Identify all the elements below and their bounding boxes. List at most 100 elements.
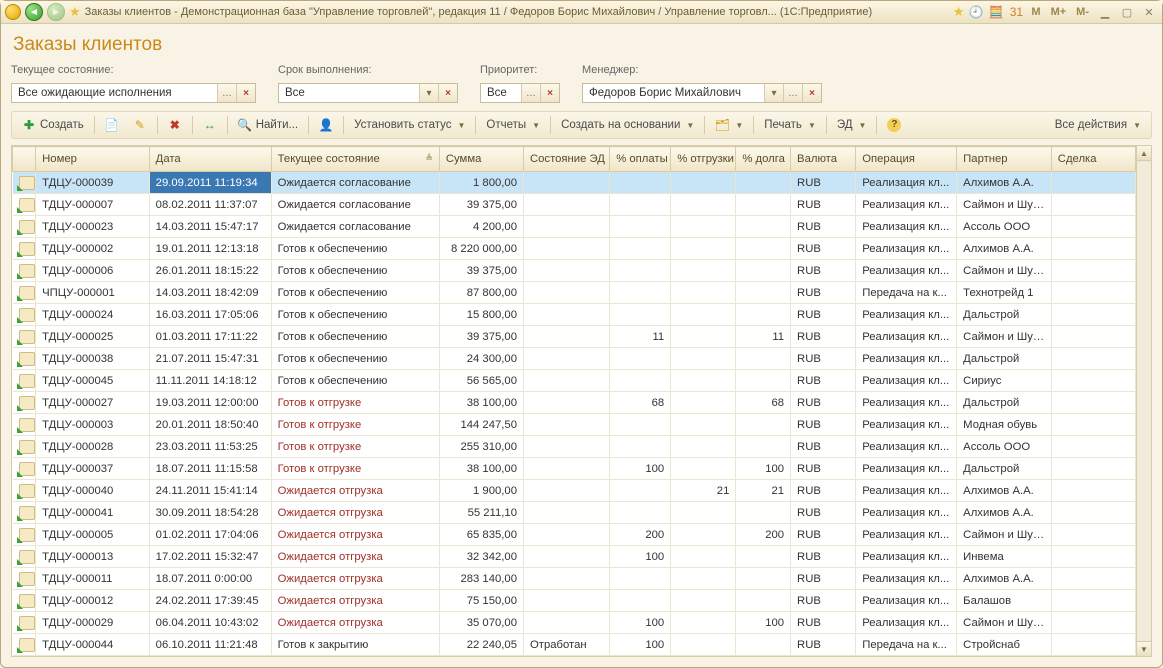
cell-status: Готов к обеспечению [271,304,439,326]
all-actions-button[interactable]: Все действия▼ [1049,113,1147,137]
scroll-down-button[interactable]: ▼ [1137,641,1151,656]
delete-button[interactable]: ✖ [162,113,188,137]
table-row[interactable]: ТДЦУ-00003821.07.2011 15:47:31Готов к об… [13,348,1136,370]
table-row[interactable]: ТДЦУ-00001118.07.2011 0:00:00Ожидается о… [13,568,1136,590]
cell-status: Готов к обеспечению [271,282,439,304]
cell-deal [1051,590,1135,612]
create-based-button[interactable]: Создать на основании▼ [555,113,700,137]
filter-state-ellipsis-button[interactable]: … [217,84,236,102]
cell-number: ТДЦУ-000007 [36,194,150,216]
filter-manager-combo[interactable]: Федоров Борис Михайлович ▾ … × [582,83,822,103]
filter-prio-label: Приоритет: [480,64,560,76]
create-label: Создать [40,119,84,131]
table-row[interactable]: ТДЦУ-00004024.11.2011 15:41:14Ожидается … [13,480,1136,502]
close-button[interactable]: ✕ [1140,6,1158,19]
scroll-up-button[interactable]: ▲ [1137,146,1151,161]
link-favorite-icon[interactable]: ★ [953,4,965,20]
cell-debt [736,304,791,326]
responsible-button[interactable]: 👤 [313,113,339,137]
col-number-header[interactable]: Номер [36,147,150,172]
table-row[interactable]: ТДЦУ-00001224.02.2011 17:39:45Ожидается … [13,590,1136,612]
create-button[interactable]: ✚Создать [16,113,90,137]
print-button[interactable]: Печать▼ [758,113,822,137]
document-icon [19,264,35,278]
filter-prio-combo[interactable]: Все … × [480,83,560,103]
ed-button[interactable]: ЭД▼ [831,113,873,137]
table-row[interactable]: ТДЦУ-00003406.04.2011 15:24:50Готов к за… [13,656,1136,657]
table-row[interactable]: ТДЦУ-00000219.01.2011 12:13:18Готов к об… [13,238,1136,260]
table-row[interactable]: ТДЦУ-00004511.11.2011 14:18:12Готов к об… [13,370,1136,392]
col-cur-header[interactable]: Валюта [791,147,856,172]
table-row[interactable]: ТДЦУ-00002719.03.2011 12:00:00Готов к от… [13,392,1136,414]
grid-scroll-area[interactable]: Номер Дата Текущее состояние≜ Сумма Сост… [12,146,1136,656]
help-icon: ? [887,118,901,132]
reports-button[interactable]: Отчеты▼ [480,113,546,137]
table-row[interactable]: ТДЦУ-00003929.09.2011 11:19:34Ожидается … [13,172,1136,194]
document-icon [19,528,35,542]
edit-button[interactable]: ✎ [127,113,153,137]
refresh-button[interactable]: ↔ [197,113,223,137]
filter-state-clear-button[interactable]: × [236,84,255,102]
table-row[interactable]: ТДЦУ-00002314.03.2011 15:47:17Ожидается … [13,216,1136,238]
table-row[interactable]: ТДЦУ-00004406.10.2011 11:21:48Готов к за… [13,634,1136,656]
table-row[interactable]: ТДЦУ-00000320.01.2011 18:50:40Готов к от… [13,414,1136,436]
filter-state-combo[interactable]: Все ожидающие исполнения … × [11,83,256,103]
table-row[interactable]: ТДЦУ-00000501.02.2011 17:04:06Ожидается … [13,524,1136,546]
cell-operation: Реализация кл... [856,326,957,348]
col-pay-header[interactable]: % оплаты [610,147,671,172]
table-row[interactable]: ТДЦУ-00002906.04.2011 10:43:02Ожидается … [13,612,1136,634]
cell-number: ТДЦУ-000003 [36,414,150,436]
col-op-header[interactable]: Операция [856,147,957,172]
filter-manager-clear-button[interactable]: × [802,84,821,102]
find-button[interactable]: 🔍Найти... [232,113,304,137]
table-row[interactable]: ТДЦУ-00002823.03.2011 11:53:25Готов к от… [13,436,1136,458]
col-ship-header[interactable]: % отгрузки [671,147,736,172]
mem-m-button[interactable]: M [1028,6,1043,18]
table-row[interactable]: ТДЦУ-00004130.09.2011 18:54:28Ожидается … [13,502,1136,524]
set-status-button[interactable]: Установить статус▼ [348,113,471,137]
copy-button[interactable]: 📄 [99,113,125,137]
cell-date: 19.01.2011 12:13:18 [149,238,271,260]
package-button[interactable]: 🗂▼ [709,113,749,137]
col-sum-header[interactable]: Сумма [439,147,523,172]
calendar-icon[interactable]: 31 [1008,5,1024,19]
calculator-icon[interactable]: 🧮 [988,5,1004,19]
minimize-button[interactable]: ▁ [1096,6,1114,19]
filter-manager-ellipsis-button[interactable]: … [783,84,802,102]
col-debt-header[interactable]: % долга [736,147,791,172]
cell-operation: Реализация кл... [856,216,957,238]
table-row[interactable]: ТДЦУ-00003718.07.2011 11:15:58Готов к от… [13,458,1136,480]
table-row[interactable]: ЧПЦУ-00000114.03.2011 18:42:09Готов к об… [13,282,1136,304]
maximize-button[interactable]: ▢ [1118,6,1136,19]
table-row[interactable]: ТДЦУ-00000626.01.2011 18:15:22Готов к об… [13,260,1136,282]
col-partner-header[interactable]: Партнер [957,147,1052,172]
mem-mminus-button[interactable]: M- [1073,6,1092,18]
help-button[interactable]: ? [881,113,907,137]
copy-icon: 📄 [105,118,119,132]
col-estat-header[interactable]: Состояние ЭД [523,147,609,172]
table-row[interactable]: ТДЦУ-00002416.03.2011 17:05:06Готов к об… [13,304,1136,326]
filter-prio-clear-button[interactable]: × [540,84,559,102]
filter-manager-dropdown-button[interactable]: ▾ [764,84,783,102]
filter-srok-clear-button[interactable]: × [438,84,457,102]
table-row[interactable]: ТДЦУ-00001317.02.2011 15:32:47Ожидается … [13,546,1136,568]
table-body: ТДЦУ-00003929.09.2011 11:19:34Ожидается … [13,172,1136,657]
history-icon[interactable]: 🕘 [968,5,984,19]
col-date-header[interactable]: Дата [149,147,271,172]
cell-icon [13,524,36,546]
col-deal-header[interactable]: Сделка [1051,147,1135,172]
vertical-scrollbar[interactable]: ▲ ▼ [1136,146,1151,656]
nav-back-button[interactable]: ◄ [25,3,43,21]
nav-forward-button[interactable]: ► [47,3,65,21]
table-row[interactable]: ТДЦУ-00000708.02.2011 11:37:07Ожидается … [13,194,1136,216]
filter-prio-ellipsis-button[interactable]: … [521,84,540,102]
cell-estat [523,436,609,458]
favorite-icon[interactable]: ★ [69,4,81,20]
filter-srok-dropdown-button[interactable]: ▾ [419,84,438,102]
filter-srok-combo[interactable]: Все ▾ × [278,83,458,103]
mem-mplus-button[interactable]: M+ [1048,6,1070,18]
document-icon [19,220,35,234]
table-row[interactable]: ТДЦУ-00002501.03.2011 17:11:22Готов к об… [13,326,1136,348]
col-status-header[interactable]: Текущее состояние≜ [271,147,439,172]
col-icon-header[interactable] [13,147,36,172]
